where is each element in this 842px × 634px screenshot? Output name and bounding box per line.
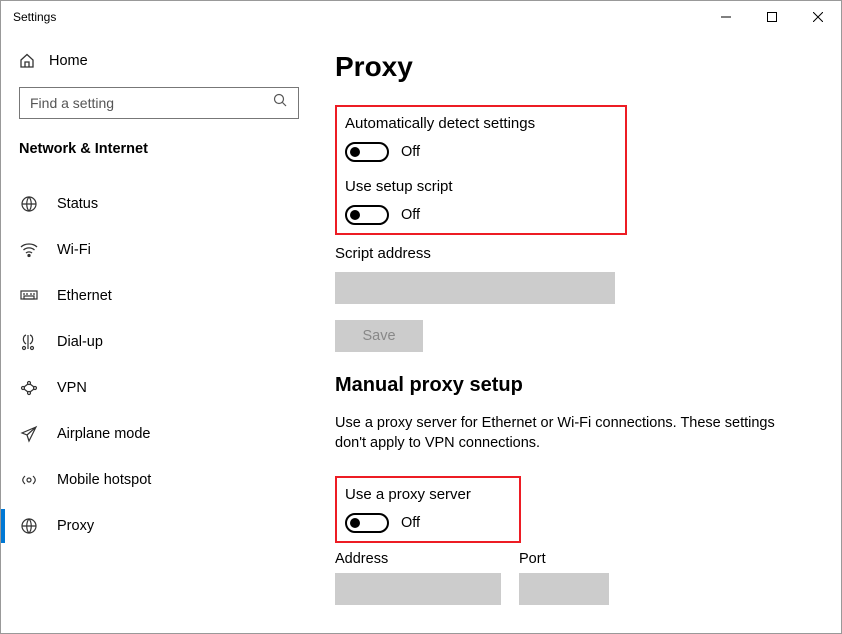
home-icon xyxy=(19,53,35,69)
proxy-icon xyxy=(19,517,39,535)
sidebar-item-label: VPN xyxy=(57,380,87,396)
use-proxy-label: Use a proxy server xyxy=(345,486,471,503)
status-icon xyxy=(19,195,39,213)
search-input[interactable] xyxy=(30,95,273,111)
auto-detect-state: Off xyxy=(401,144,420,160)
sidebar-item-label: Mobile hotspot xyxy=(57,472,151,488)
home-label: Home xyxy=(49,53,88,69)
category-title: Network & Internet xyxy=(19,141,293,157)
save-button[interactable]: Save xyxy=(335,320,423,352)
highlight-auto-section: Automatically detect settings Off Use se… xyxy=(335,105,627,235)
main-content: Proxy Automatically detect settings Off … xyxy=(311,33,841,633)
use-proxy-toggle[interactable] xyxy=(345,513,389,533)
close-button[interactable] xyxy=(795,1,841,33)
vpn-icon xyxy=(19,379,39,397)
sidebar-item-status[interactable]: Status xyxy=(19,181,293,227)
sidebar-item-label: Ethernet xyxy=(57,288,112,304)
minimize-button[interactable] xyxy=(703,1,749,33)
setup-script-label: Use setup script xyxy=(345,178,535,195)
sidebar-item-proxy[interactable]: Proxy xyxy=(19,503,293,549)
address-input[interactable] xyxy=(335,573,501,605)
port-input[interactable] xyxy=(519,573,609,605)
auto-detect-toggle[interactable] xyxy=(345,142,389,162)
maximize-button[interactable] xyxy=(749,1,795,33)
search-icon xyxy=(273,93,288,113)
setup-script-toggle[interactable] xyxy=(345,205,389,225)
wifi-icon xyxy=(19,241,39,259)
port-label: Port xyxy=(519,551,609,567)
script-address-label: Script address xyxy=(335,245,817,262)
ethernet-icon xyxy=(19,287,39,305)
setup-script-state: Off xyxy=(401,207,420,223)
sidebar-item-label: Airplane mode xyxy=(57,426,151,442)
sidebar-item-airplane[interactable]: Airplane mode xyxy=(19,411,293,457)
script-address-input[interactable] xyxy=(335,272,615,304)
home-link[interactable]: Home xyxy=(19,45,293,77)
sidebar-item-label: Wi-Fi xyxy=(57,242,91,258)
address-label: Address xyxy=(335,551,501,567)
highlight-proxy-section: Use a proxy server Off xyxy=(335,476,521,543)
sidebar-item-label: Dial-up xyxy=(57,334,103,350)
sidebar-item-ethernet[interactable]: Ethernet xyxy=(19,273,293,319)
use-proxy-state: Off xyxy=(401,515,420,531)
search-box[interactable] xyxy=(19,87,299,119)
sidebar-item-wifi[interactable]: Wi-Fi xyxy=(19,227,293,273)
sidebar-item-vpn[interactable]: VPN xyxy=(19,365,293,411)
hotspot-icon xyxy=(19,471,39,489)
sidebar-item-label: Status xyxy=(57,196,98,212)
window-titlebar: Settings xyxy=(1,1,841,33)
window-title: Settings xyxy=(13,10,56,24)
manual-section-desc: Use a proxy server for Ethernet or Wi-Fi… xyxy=(335,413,775,454)
dialup-icon xyxy=(19,333,39,351)
sidebar: Home Network & Internet Status Wi-Fi xyxy=(1,33,311,633)
manual-section-title: Manual proxy setup xyxy=(335,374,817,397)
page-title: Proxy xyxy=(335,51,817,83)
window-controls xyxy=(703,1,841,33)
sidebar-item-hotspot[interactable]: Mobile hotspot xyxy=(19,457,293,503)
airplane-icon xyxy=(19,425,39,443)
sidebar-item-dialup[interactable]: Dial-up xyxy=(19,319,293,365)
auto-detect-label: Automatically detect settings xyxy=(345,115,535,132)
sidebar-item-label: Proxy xyxy=(57,518,94,534)
